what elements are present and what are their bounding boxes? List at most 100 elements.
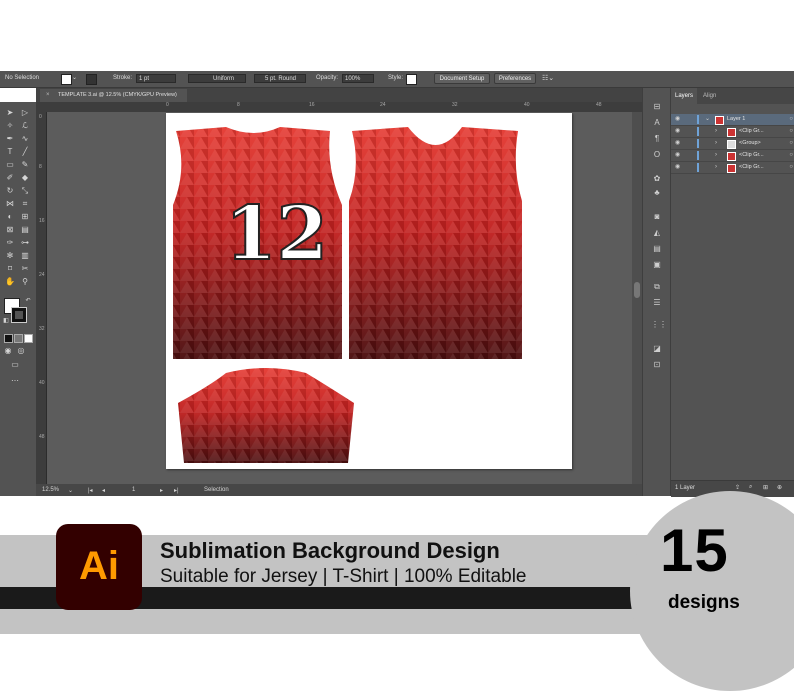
target-circle-icon[interactable]: ○ (789, 126, 793, 137)
paragraph-panel-icon[interactable]: ¶ (651, 134, 663, 144)
scale-tool-icon[interactable]: ⤡ (20, 186, 30, 196)
artboards-panel-icon[interactable]: ⧉ (651, 282, 663, 292)
draw-behind-icon[interactable]: ◎ (16, 346, 26, 356)
type-tool-icon[interactable]: T (5, 147, 15, 157)
symbols-panel-icon[interactable]: ♣ (651, 188, 663, 198)
visibility-eye-icon[interactable]: ◉ (675, 162, 683, 173)
eraser-tool-icon[interactable]: ◆ (20, 173, 30, 183)
shape-builder-tool-icon[interactable]: ◐ (5, 212, 15, 222)
rotate-tool-icon[interactable]: ↻ (5, 186, 15, 196)
last-artboard-icon[interactable]: ▸| (174, 487, 179, 494)
artboard-number[interactable]: 1 (132, 487, 135, 493)
lasso-tool-icon[interactable]: ℒ (20, 121, 30, 131)
default-colors-icon[interactable]: ◧ (1, 316, 11, 326)
draw-normal-icon[interactable]: ◉ (3, 346, 13, 356)
gradient-mode-icon[interactable] (14, 334, 23, 343)
canvas-area[interactable]: 12 (47, 112, 632, 484)
perspective-grid-tool-icon[interactable]: ⊞ (20, 212, 30, 222)
expand-chevron-icon[interactable]: › (715, 126, 717, 137)
layer-name[interactable]: <Group> (739, 138, 761, 149)
width-tool-icon[interactable]: ⋈ (5, 199, 15, 209)
edit-toolbar-icon[interactable]: ⋯ (10, 376, 20, 386)
free-transform-tool-icon[interactable]: ⌗ (20, 199, 30, 209)
graph-tool-icon[interactable]: ▥ (20, 251, 30, 261)
hand-tool-icon[interactable]: ✋ (5, 277, 15, 287)
visibility-eye-icon[interactable]: ◉ (675, 126, 683, 137)
target-circle-icon[interactable]: ○ (789, 114, 793, 125)
first-artboard-icon[interactable]: |◂ (88, 487, 93, 494)
target-circle-icon[interactable]: ○ (789, 150, 793, 161)
zoom-tool-icon[interactable]: ⚲ (20, 277, 30, 287)
appearance-panel-icon[interactable]: ◭ (651, 228, 663, 238)
visibility-eye-icon[interactable]: ◉ (675, 114, 683, 125)
screen-mode-icon[interactable]: ▭ (10, 360, 20, 370)
locate-object-icon[interactable]: ⌕ (749, 484, 752, 491)
next-artboard-icon[interactable]: ▸ (160, 487, 163, 494)
mesh-tool-icon[interactable]: ⊠ (5, 225, 15, 235)
stroke-weight-field[interactable]: 1 pt (136, 74, 176, 83)
brush-select[interactable]: 5 pt. Round (254, 74, 306, 83)
opacity-field[interactable]: 100% (342, 74, 374, 83)
export-icon[interactable]: ⇪ (735, 484, 740, 491)
direct-selection-tool-icon[interactable]: ▷ (20, 108, 30, 118)
target-circle-icon[interactable]: ○ (789, 162, 793, 173)
new-sublayer-icon[interactable]: ⊞ (763, 484, 768, 491)
new-layer-icon[interactable]: ⊕ (777, 484, 782, 491)
rectangle-tool-icon[interactable]: ▭ (5, 160, 15, 170)
layer-name[interactable]: <Clip Gr... (739, 150, 764, 161)
symbol-sprayer-tool-icon[interactable]: ✻ (5, 251, 15, 261)
tab-layers[interactable]: Layers (671, 88, 698, 104)
layer-name[interactable]: Layer 1 (727, 114, 745, 125)
eyedropper-tool-icon[interactable]: ✑ (5, 238, 15, 248)
transparency-panel-icon[interactable]: ▤ (651, 244, 663, 254)
stroke-swatch[interactable] (86, 74, 97, 85)
zoom-level[interactable]: 12.5% (42, 487, 59, 493)
line-tool-icon[interactable]: ╱ (20, 147, 30, 157)
shaper-tool-icon[interactable]: ✐ (5, 173, 15, 183)
slice-tool-icon[interactable]: ✂ (20, 264, 30, 274)
close-tab-icon[interactable]: × (46, 89, 50, 102)
fill-swatch[interactable] (61, 74, 72, 85)
visibility-eye-icon[interactable]: ◉ (675, 150, 683, 161)
layer-row[interactable]: ◉ ⌄ Layer 1 ○ (671, 114, 794, 126)
stroke-color-box[interactable] (11, 307, 27, 323)
visibility-eye-icon[interactable]: ◉ (675, 138, 683, 149)
arrange-docs-icon[interactable]: ☷⌄ (542, 74, 554, 82)
preferences-button[interactable]: Preferences (494, 73, 536, 84)
jersey-template-artwork[interactable]: 12 (166, 113, 572, 469)
layer-row[interactable]: ◉ › <Clip Gr... ○ (671, 162, 794, 174)
properties-panel-icon[interactable]: ⊟ (651, 102, 663, 112)
swap-colors-icon[interactable]: ↶ (23, 296, 33, 306)
layer-name[interactable]: <Clip Gr... (739, 126, 764, 137)
links-panel-icon[interactable]: ⊡ (651, 360, 663, 370)
layer-name[interactable]: <Clip Gr... (739, 162, 764, 173)
opentype-panel-icon[interactable]: O (651, 150, 663, 160)
artboard[interactable]: 12 (166, 113, 572, 469)
pen-tool-icon[interactable]: ✒ (5, 134, 15, 144)
blend-tool-icon[interactable]: ⊶ (20, 238, 30, 248)
scrollbar-thumb[interactable] (634, 282, 640, 298)
artboard-tool-icon[interactable]: ⌑ (5, 264, 15, 274)
layers-stack-icon[interactable]: ☰ (651, 298, 663, 308)
style-swatch[interactable] (406, 74, 417, 85)
curvature-tool-icon[interactable]: ∿ (20, 134, 30, 144)
magic-wand-tool-icon[interactable]: ✧ (5, 121, 15, 131)
graphic-styles-panel-icon[interactable]: ◙ (651, 212, 663, 222)
document-setup-button[interactable]: Document Setup (434, 73, 490, 84)
vertical-scrollbar[interactable] (632, 112, 642, 484)
stroke-profile-select[interactable]: Uniform (188, 74, 246, 83)
expand-chevron-icon[interactable]: ⌄ (705, 114, 710, 125)
expand-chevron-icon[interactable]: › (715, 150, 717, 161)
layer-row[interactable]: ◉ › <Clip Gr... ○ (671, 150, 794, 162)
gradient-panel-icon[interactable]: ▣ (651, 260, 663, 270)
layer-row[interactable]: ◉ › <Clip Gr... ○ (671, 126, 794, 138)
paintbrush-tool-icon[interactable]: ✎ (20, 160, 30, 170)
character-panel-icon[interactable]: A (651, 118, 663, 128)
selection-tool-icon[interactable]: ➤ (5, 108, 15, 118)
color-mode-icon[interactable] (4, 334, 13, 343)
brushes-panel-icon[interactable]: ✿ (651, 174, 663, 184)
gradient-tool-icon[interactable]: ▤ (20, 225, 30, 235)
fill-chevron-icon[interactable]: ⌄ (72, 74, 77, 81)
prev-artboard-icon[interactable]: ◂ (102, 487, 105, 494)
zoom-chevron-icon[interactable]: ⌄ (68, 487, 73, 494)
